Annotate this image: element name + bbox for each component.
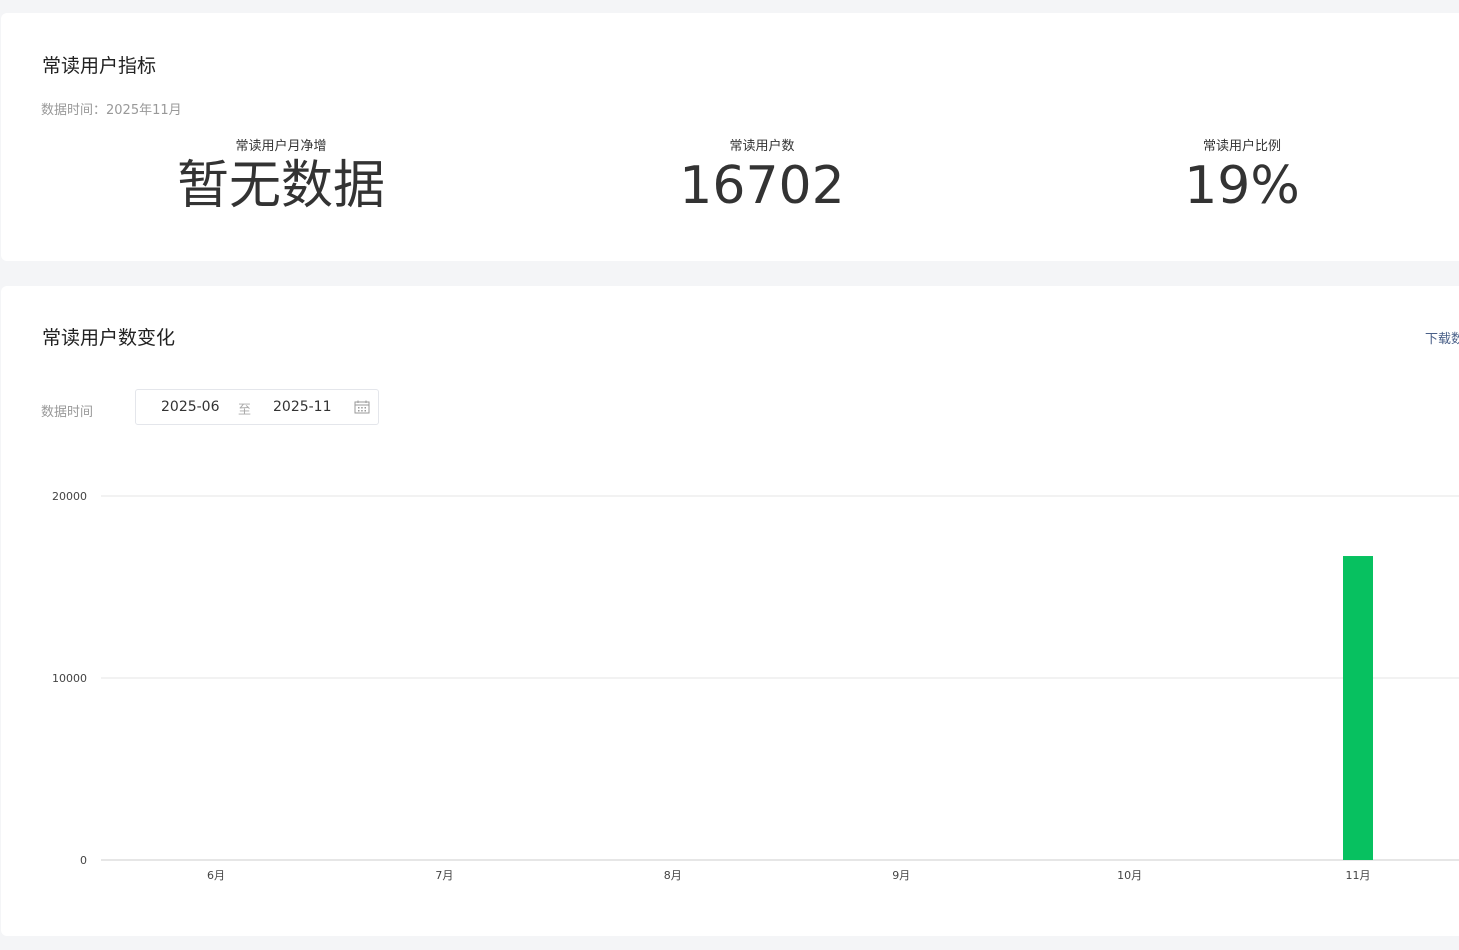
x-tick-label: 11月 (1346, 869, 1371, 882)
metric-label: 常读用户数 (729, 139, 795, 154)
x-tick-label: 7月 (435, 869, 453, 882)
date-range-separator: 至 (238, 403, 252, 418)
date-range-picker[interactable]: 2025-06 至 2025-11 (135, 389, 379, 425)
x-tick-label: 6月 (207, 869, 225, 882)
metrics-card: 常读用户指标 数据时间：2025年11月 常读用户月净增 暂无数据 常读用户数 … (1, 13, 1459, 261)
date-range-label: 数据时间 (41, 405, 94, 420)
metric-value: 19% (1184, 156, 1300, 216)
trend-card-title: 常读用户数变化 (42, 327, 176, 349)
y-tick-label: 20000 (52, 490, 87, 503)
start-date-input[interactable]: 2025-06 (161, 399, 220, 415)
metric-label: 常读用户月净增 (235, 139, 327, 154)
download-data-link[interactable]: 下载数据 (1425, 328, 1459, 347)
x-tick-label: 10月 (1117, 869, 1142, 882)
trend-card: 常读用户数变化 下载数据 数据时间 2025-06 至 2025-11 0 100… (1, 286, 1459, 936)
metric-value: 暂无数据 (176, 156, 385, 216)
metrics-card-title: 常读用户指标 (42, 55, 157, 77)
bar (1343, 556, 1373, 860)
y-tick-label: 0 (80, 854, 87, 867)
y-tick-label: 10000 (52, 672, 87, 685)
metric-user-ratio: 常读用户比例 19% (1062, 137, 1422, 217)
x-tick-label: 8月 (664, 869, 682, 882)
metric-net-growth: 常读用户月净增 暂无数据 (101, 137, 461, 217)
metric-value: 16702 (679, 156, 845, 216)
metric-label: 常读用户比例 (1202, 139, 1281, 154)
calendar-icon[interactable] (354, 400, 370, 414)
metrics-data-time: 数据时间：2025年11月 (41, 103, 182, 118)
x-tick-label: 9月 (892, 869, 910, 882)
user-count-bar-chart: 0 10000 20000 6月 7月 8月 9月 10月 11月 (52, 490, 1459, 882)
metric-user-count: 常读用户数 16702 (582, 137, 942, 217)
end-date-input[interactable]: 2025-11 (273, 399, 332, 415)
